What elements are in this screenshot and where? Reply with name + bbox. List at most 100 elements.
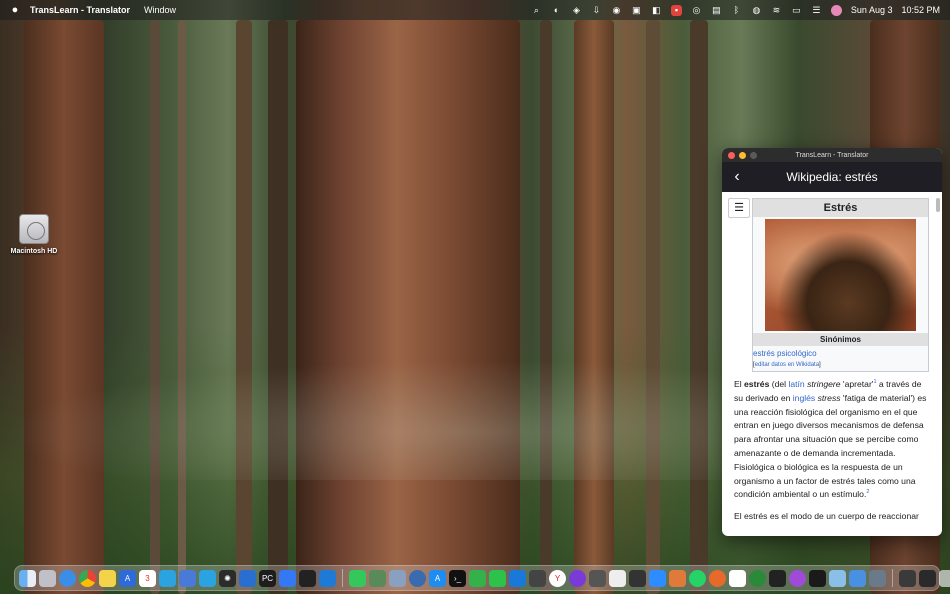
maps-icon[interactable] (279, 569, 296, 587)
synonym-link[interactable]: estrés psicológico (753, 346, 928, 360)
trash-icon[interactable] (939, 569, 950, 587)
app-icon[interactable] (829, 569, 846, 587)
status-app-icon[interactable]: ◐ (551, 5, 562, 16)
app-icon[interactable] (809, 569, 826, 587)
chatgpt-icon[interactable]: ✺ (219, 569, 236, 587)
hard-drive-icon (19, 214, 49, 244)
edit-wikidata-link[interactable]: editar datos en Wikidata (755, 362, 819, 368)
telegram-icon[interactable] (159, 569, 176, 587)
menu-app-name[interactable]: TransLearn - Translator (30, 5, 130, 15)
zoom-icon[interactable] (649, 569, 666, 587)
app-icon[interactable] (749, 569, 766, 587)
wallpaper-trunk (646, 20, 660, 594)
article-body: El estrés (del latín stringere 'apretar'… (734, 378, 930, 524)
app-icon[interactable] (629, 569, 646, 587)
macintosh-hd-icon[interactable]: Macintosh HD (10, 214, 58, 255)
menu-bar: ● TransLearn - Translator Window ⌕ ◐ ◈ ⇩… (0, 0, 950, 20)
whatsapp-icon[interactable] (689, 569, 706, 587)
proxyman-icon[interactable] (409, 569, 426, 587)
screenshot-icon[interactable]: ▣ (631, 5, 642, 16)
web-content[interactable]: ☰ Estrés Sinónimos estrés psicológico [e… (722, 192, 942, 536)
numbers-icon[interactable] (469, 569, 486, 587)
wallpaper-trunk (690, 20, 708, 594)
yandex-icon[interactable]: Y (549, 569, 566, 587)
wallpaper-trunk (574, 20, 614, 594)
menu-window[interactable]: Window (144, 5, 176, 15)
link-english[interactable]: inglés (793, 393, 815, 403)
app-icon[interactable] (789, 569, 806, 587)
vscode-icon[interactable] (319, 569, 336, 587)
menu-time[interactable]: 10:52 PM (901, 5, 940, 15)
italic-term: stress (817, 392, 841, 403)
calculator-icon[interactable] (589, 569, 606, 587)
app-icon[interactable] (849, 569, 866, 587)
app-icon[interactable] (529, 569, 546, 587)
wallpaper-trunk (24, 20, 104, 594)
window-titlebar[interactable]: TransLearn - Translator (722, 148, 942, 162)
messages-icon[interactable]: ◍ (751, 5, 762, 16)
font-icon[interactable]: A (119, 569, 136, 587)
wikidata-edit: [editar datos en Wikidata] (753, 360, 928, 371)
app-icon[interactable] (899, 569, 916, 587)
menu-date[interactable]: Sun Aug 3 (851, 5, 893, 15)
safari-icon[interactable] (59, 569, 76, 587)
wallpaper-trunk (268, 20, 288, 594)
scrollbar[interactable] (936, 198, 940, 212)
text: 'apretar' (840, 379, 874, 389)
control-center-icon[interactable]: ☰ (811, 5, 822, 16)
launchpad-icon[interactable] (39, 569, 56, 587)
status-app-icon[interactable]: ◈ (571, 5, 582, 16)
status-app-icon[interactable]: ◧ (651, 5, 662, 16)
link-latin[interactable]: latín (788, 379, 804, 389)
spotlight-search-icon[interactable]: ⌕ (531, 5, 542, 16)
telegram-icon[interactable] (199, 569, 216, 587)
siri-icon[interactable] (830, 4, 842, 16)
wechat-icon[interactable] (489, 569, 506, 587)
pycharm-icon[interactable]: PC (259, 569, 276, 587)
app-icon[interactable] (569, 569, 586, 587)
app-icon[interactable] (769, 569, 786, 587)
xcode-icon[interactable] (509, 569, 526, 587)
text: 'fatiga de material') es una reacción fi… (734, 392, 927, 500)
article-paragraph: El estrés es el modo de un cuerpo de rea… (734, 511, 919, 522)
status-app-icon[interactable]: ◎ (691, 5, 702, 16)
bluetooth-icon[interactable]: ᛒ (731, 5, 742, 16)
wifi-icon[interactable]: ≋ (771, 5, 782, 16)
status-app-icon[interactable]: ▪ (670, 4, 682, 16)
firefox-icon[interactable] (709, 569, 726, 587)
status-app-icon[interactable]: ▤ (711, 5, 722, 16)
messages-icon[interactable] (349, 569, 366, 587)
infobox-image[interactable] (765, 219, 916, 331)
table-of-contents-icon[interactable]: ☰ (728, 198, 750, 218)
slack-icon[interactable] (729, 569, 746, 587)
preview-icon[interactable] (389, 569, 406, 587)
wallpaper-trunk (540, 20, 552, 594)
sublime-icon[interactable] (669, 569, 686, 587)
app-store-icon[interactable]: A (429, 569, 446, 587)
finder-icon[interactable] (19, 569, 36, 587)
wallpaper-trunk (150, 20, 160, 594)
footnote-ref[interactable]: 2 (866, 490, 869, 496)
notes-icon[interactable] (99, 569, 116, 587)
status-area: ⌕ ◐ ◈ ⇩ ◉ ▣ ◧ ▪ ◎ ▤ ᛒ ◍ ≋ ▭ ☰ Sun Aug 3 … (531, 4, 950, 16)
dock: A 3 ✺ PC A ›_ Y (14, 565, 950, 591)
apple-menu-icon[interactable]: ● (0, 4, 30, 16)
app-icon[interactable] (179, 569, 196, 587)
textedit-icon[interactable] (609, 569, 626, 587)
app-icon[interactable] (369, 569, 386, 587)
chrome-icon[interactable] (79, 569, 96, 587)
app-icon[interactable] (919, 569, 936, 587)
battery-icon[interactable]: ▭ (791, 5, 802, 16)
record-icon[interactable]: ◉ (611, 5, 622, 16)
nav-title: Wikipedia: estrés (786, 170, 878, 184)
trello-icon[interactable] (239, 569, 256, 587)
wallpaper-trunk (296, 20, 520, 594)
calendar-icon[interactable]: 3 (139, 569, 156, 587)
download-icon[interactable]: ⇩ (591, 5, 602, 16)
app-icon[interactable] (869, 569, 886, 587)
translearn-window: TransLearn - Translator ‹ Wikipedia: est… (722, 148, 942, 536)
terminal-icon[interactable]: ›_ (449, 569, 466, 587)
text: (del (769, 379, 789, 389)
navigation-bar: ‹ Wikipedia: estrés (722, 162, 942, 192)
app-icon[interactable] (299, 569, 316, 587)
